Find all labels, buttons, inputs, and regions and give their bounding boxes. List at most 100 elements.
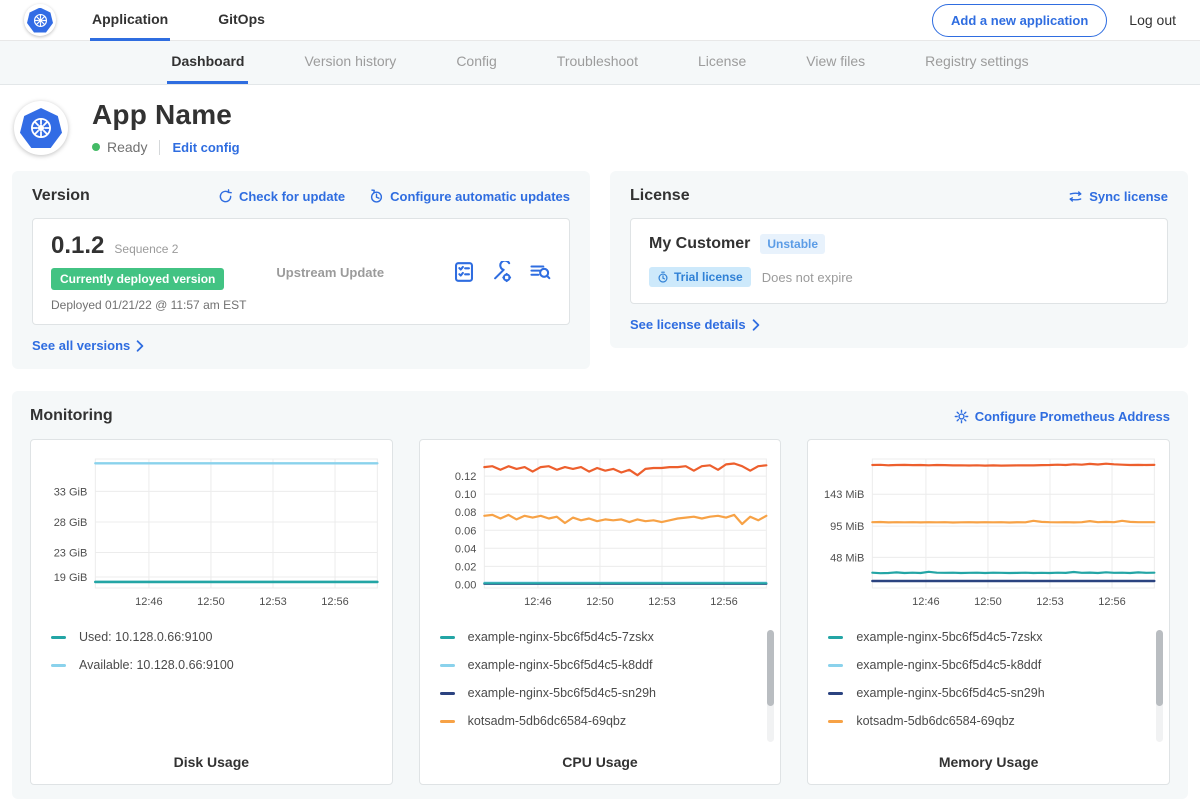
license-expiry: Does not expire <box>762 270 853 285</box>
add-new-application-button[interactable]: Add a new application <box>932 4 1107 37</box>
svg-text:12:56: 12:56 <box>710 596 738 608</box>
legend-item: kotsadm-5db6dc6584-69qbz <box>828 714 1155 728</box>
chevron-right-icon <box>752 319 760 331</box>
svg-text:12:46: 12:46 <box>524 596 552 608</box>
legend-item: example-nginx-5bc6f5d4c5-k8ddf <box>828 658 1155 672</box>
disk-usage-chart-title: Disk Usage <box>39 748 384 770</box>
svg-text:12:53: 12:53 <box>1037 596 1065 608</box>
gear-icon <box>954 409 969 424</box>
tab-dashboard[interactable]: Dashboard <box>167 41 248 84</box>
svg-text:143 MiB: 143 MiB <box>824 489 864 501</box>
config-wrench-icon[interactable] <box>491 261 513 283</box>
app-kubernetes-wheel-icon <box>28 115 54 141</box>
tab-version-history[interactable]: Version history <box>300 41 400 84</box>
channel-badge: Unstable <box>760 234 825 254</box>
legend-color-dash <box>440 636 455 639</box>
app-meta: App Name Ready Edit config <box>92 99 240 155</box>
legend-color-dash <box>51 636 66 639</box>
memory-usage-chart-card: 12:4612:5012:5312:56143 MiB95 MiB48 MiB … <box>807 439 1170 785</box>
divider <box>159 140 160 155</box>
memory-usage-chart: 12:4612:5012:5312:56143 MiB95 MiB48 MiB <box>816 450 1161 622</box>
topnav-right: Add a new application Log out <box>932 4 1176 37</box>
legend-color-dash <box>828 720 843 723</box>
topnav-tab-gitops[interactable]: GitOps <box>216 0 267 41</box>
legend-item: example-nginx-5bc6f5d4c5-sn29h <box>440 686 767 700</box>
legend-scrollbar[interactable] <box>767 630 774 742</box>
sync-license-link[interactable]: Sync license <box>1068 189 1168 204</box>
legend-color-dash <box>828 636 843 639</box>
app-sub-nav: Dashboard Version history Config Trouble… <box>0 41 1200 85</box>
legend-label: example-nginx-5bc6f5d4c5-7zskx <box>856 630 1042 644</box>
svg-text:0.04: 0.04 <box>455 543 476 555</box>
version-card-links: Check for update Configure automatic upd… <box>218 189 570 204</box>
svg-text:0.10: 0.10 <box>455 489 476 501</box>
refresh-icon <box>218 189 233 204</box>
svg-text:0.06: 0.06 <box>455 525 476 537</box>
edit-config-link[interactable]: Edit config <box>172 140 239 155</box>
kubernetes-heptagon-icon <box>27 8 53 33</box>
legend-label: example-nginx-5bc6f5d4c5-7zskx <box>468 630 654 644</box>
tab-config[interactable]: Config <box>452 41 500 84</box>
cards-row: Version Check for update Configure au <box>0 171 1200 369</box>
svg-text:95 MiB: 95 MiB <box>830 521 864 533</box>
kubernetes-wheel-icon <box>32 12 49 29</box>
svg-text:0.00: 0.00 <box>455 579 476 591</box>
clock-refresh-icon <box>369 189 384 204</box>
tab-view-files[interactable]: View files <box>802 41 869 84</box>
chevron-right-icon <box>136 340 144 352</box>
legend-item: kotsadm-5db6dc6584-69qbz <box>440 714 767 728</box>
configure-prometheus-link[interactable]: Configure Prometheus Address <box>954 409 1170 424</box>
legend-item: example-nginx-5bc6f5d4c5-sn29h <box>828 686 1155 700</box>
status-dot <box>92 143 100 151</box>
trial-license-badge: Trial license <box>649 267 751 287</box>
legend-item: Available: 10.128.0.66:9100 <box>51 658 378 672</box>
legend-label: Used: 10.128.0.66:9100 <box>79 630 212 644</box>
memory-usage-chart-title: Memory Usage <box>816 748 1161 770</box>
app-avatar <box>14 101 68 155</box>
stopwatch-icon <box>657 271 669 283</box>
svg-text:0.08: 0.08 <box>455 507 476 519</box>
app-status-row: Ready Edit config <box>92 139 240 155</box>
legend-scrollbar-thumb[interactable] <box>767 630 774 706</box>
legend-label: kotsadm-5db6dc6584-69qbz <box>468 714 626 728</box>
tab-registry-settings[interactable]: Registry settings <box>921 41 1032 84</box>
legend-scrollbar[interactable] <box>1156 630 1163 742</box>
topnav-tab-application[interactable]: Application <box>90 0 170 41</box>
svg-text:12:46: 12:46 <box>912 596 940 608</box>
svg-text:28 GiB: 28 GiB <box>54 517 88 529</box>
svg-text:12:56: 12:56 <box>321 596 349 608</box>
preflight-checklist-icon[interactable] <box>453 261 475 283</box>
version-card-title: Version <box>32 187 90 205</box>
monitoring-title: Monitoring <box>30 407 113 425</box>
legend-color-dash <box>440 720 455 723</box>
see-all-versions-link[interactable]: See all versions <box>32 338 570 353</box>
svg-text:12:56: 12:56 <box>1099 596 1127 608</box>
tab-troubleshoot[interactable]: Troubleshoot <box>553 41 642 84</box>
legend-item: example-nginx-5bc6f5d4c5-7zskx <box>440 630 767 644</box>
version-source: Upstream Update <box>276 265 384 280</box>
current-version-panel: 0.1.2 Sequence 2 Currently deployed vers… <box>32 218 570 325</box>
topnav-tabs: Application GitOps <box>90 0 313 41</box>
svg-text:12:46: 12:46 <box>135 596 163 608</box>
configure-automatic-updates-link[interactable]: Configure automatic updates <box>369 189 570 204</box>
deployed-timestamp: Deployed 01/21/22 @ 11:57 am EST <box>51 298 246 312</box>
svg-text:19 GiB: 19 GiB <box>54 572 88 584</box>
deploy-logs-icon[interactable] <box>529 261 551 283</box>
legend-label: Available: 10.128.0.66:9100 <box>79 658 234 672</box>
legend-color-dash <box>828 664 843 667</box>
logout-button[interactable]: Log out <box>1129 12 1176 28</box>
see-license-details-link[interactable]: See license details <box>630 317 1168 332</box>
monitoring-section: Monitoring Configure Prometheus Address … <box>12 391 1188 799</box>
cpu-usage-legend: example-nginx-5bc6f5d4c5-7zskx example-ng… <box>440 630 767 728</box>
svg-text:0.02: 0.02 <box>455 561 476 573</box>
svg-text:0.12: 0.12 <box>455 471 476 483</box>
legend-scrollbar-thumb[interactable] <box>1156 630 1163 706</box>
check-for-update-link[interactable]: Check for update <box>218 189 345 204</box>
svg-text:23 GiB: 23 GiB <box>54 548 88 560</box>
legend-color-dash <box>440 664 455 667</box>
version-card: Version Check for update Configure au <box>12 171 590 369</box>
legend-item: example-nginx-5bc6f5d4c5-7zskx <box>828 630 1155 644</box>
tab-license[interactable]: License <box>694 41 750 84</box>
app-header: App Name Ready Edit config <box>0 85 1200 165</box>
svg-text:12:50: 12:50 <box>586 596 614 608</box>
